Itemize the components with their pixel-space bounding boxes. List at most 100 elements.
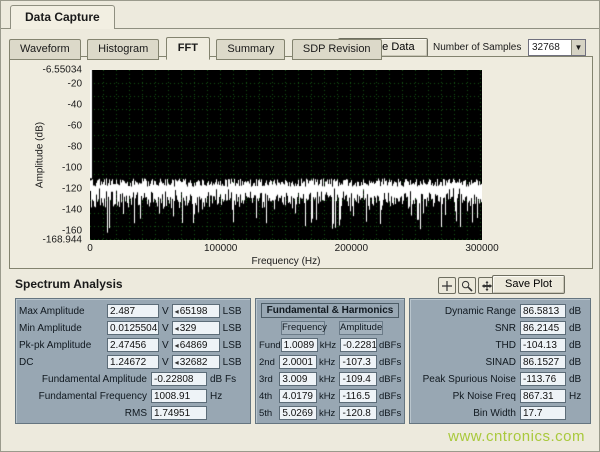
- harmonic-freq[interactable]: 1.0089: [281, 338, 318, 352]
- y-tick: -40: [68, 100, 82, 111]
- harmonic-amp[interactable]: -116.5: [339, 389, 377, 403]
- field-label: RMS: [19, 408, 147, 419]
- min-amplitude-lsb[interactable]: ◂329: [172, 321, 220, 335]
- harmonic-row: 4th 4.0179 kHz -116.5 dBFs: [259, 388, 401, 404]
- harmonic-freq[interactable]: 2.0001: [279, 355, 317, 369]
- harmonic-freq[interactable]: 5.0269: [279, 406, 317, 420]
- y-tick: -140: [62, 204, 82, 215]
- y-tick: -168.944: [43, 235, 82, 246]
- tab-histogram[interactable]: Histogram: [87, 39, 159, 60]
- min-amplitude-value[interactable]: 0.0125504: [107, 321, 159, 335]
- lsb-value: 329: [180, 323, 197, 334]
- metric-row: SINAD 86.1527 dB: [413, 354, 587, 370]
- field-label: Pk-pk Amplitude: [19, 340, 107, 351]
- window-title-tab[interactable]: Data Capture: [10, 5, 115, 29]
- spinner-icon[interactable]: ◂: [175, 341, 179, 350]
- x-tick: 200000: [335, 243, 368, 254]
- frequency-column-header: Frequency: [281, 321, 325, 335]
- y-tick: -120: [62, 183, 82, 194]
- metric-label: SINAD: [413, 357, 516, 368]
- tab-fft[interactable]: FFT: [166, 37, 210, 60]
- fundamental-amplitude-value[interactable]: -0.22808: [151, 372, 207, 386]
- tab-summary[interactable]: Summary: [216, 39, 285, 60]
- sinad-value[interactable]: 86.1527: [520, 355, 566, 369]
- unit-label: Hz: [210, 391, 222, 402]
- harmonic-name: 5th: [259, 408, 279, 419]
- y-tick: -80: [68, 141, 82, 152]
- harmonic-row: Fund 1.0089 kHz -0.2281 dBFs: [259, 337, 401, 353]
- unit-label: V: [162, 306, 169, 317]
- thd-value[interactable]: -104.13: [520, 338, 566, 352]
- metric-label: Bin Width: [413, 408, 516, 419]
- harmonic-freq[interactable]: 4.0179: [279, 389, 317, 403]
- harmonic-name: 3rd: [259, 374, 279, 385]
- field-row: Pk-pk Amplitude 2.47456 V ◂64869 LSB: [19, 337, 247, 353]
- chevron-down-icon[interactable]: ▼: [571, 40, 585, 55]
- field-row: Max Amplitude 2.487 V ◂65198 LSB: [19, 303, 247, 319]
- unit-label: kHz: [319, 391, 338, 402]
- samples-combobox[interactable]: 32768 ▼: [528, 39, 586, 56]
- y-tick: -20: [68, 79, 82, 90]
- harmonic-amp[interactable]: -0.2281: [340, 338, 377, 352]
- unit-label: V: [162, 340, 169, 351]
- fft-canvas[interactable]: [90, 70, 482, 240]
- zoom-icon[interactable]: [458, 277, 476, 294]
- harmonic-row: 3rd 3.009 kHz -109.4 dBFs: [259, 371, 401, 387]
- unit-label: dBFs: [379, 340, 399, 351]
- unit-label: dBFs: [379, 374, 399, 385]
- unit-label: dB Fs: [210, 374, 236, 385]
- metric-label: SNR: [413, 323, 516, 334]
- harmonic-row: 5th 5.0269 kHz -120.8 dBFs: [259, 405, 401, 421]
- unit-label: dBFs: [379, 357, 399, 368]
- unit-label: dB: [569, 340, 587, 351]
- harmonic-name: Fund: [259, 340, 281, 351]
- unit-label: V: [162, 357, 169, 368]
- unit-label: dB: [569, 306, 587, 317]
- x-axis-label: Frequency (Hz): [252, 256, 321, 267]
- unit-label: kHz: [319, 408, 338, 419]
- field-row: Fundamental Frequency 1008.91 Hz: [19, 388, 247, 404]
- harmonic-amp[interactable]: -107.3: [339, 355, 377, 369]
- max-amplitude-lsb[interactable]: ◂65198: [172, 304, 220, 318]
- dc-lsb[interactable]: ◂32682: [172, 355, 220, 369]
- max-amplitude-value[interactable]: 2.487: [107, 304, 159, 318]
- harmonic-name: 4th: [259, 391, 279, 402]
- fundamental-frequency-value[interactable]: 1008.91: [151, 389, 207, 403]
- harmonic-name: 2nd: [259, 357, 279, 368]
- x-tick: 0: [87, 243, 93, 254]
- bin-width-value[interactable]: 17.7: [520, 406, 566, 420]
- tab-sdp-revision[interactable]: SDP Revision: [292, 39, 382, 60]
- pkpk-amplitude-value[interactable]: 2.47456: [107, 338, 159, 352]
- fft-tab-page: Amplitude (dB) -6.55034 -20 -40 -60 -80 …: [9, 56, 593, 269]
- fft-plot-area[interactable]: [90, 70, 482, 240]
- crosshair-icon[interactable]: [438, 277, 456, 294]
- dynamic-range-value[interactable]: 86.5813: [520, 304, 566, 318]
- harmonic-amp[interactable]: -109.4: [339, 372, 377, 386]
- number-of-samples-label: Number of Samples: [433, 42, 521, 53]
- pk-noise-freq-value[interactable]: 867.31: [520, 389, 566, 403]
- unit-label: kHz: [320, 340, 338, 351]
- y-axis-ticks: -6.55034 -20 -40 -60 -80 -100 -120 -140 …: [10, 70, 86, 240]
- unit-label: V: [162, 323, 169, 334]
- metric-row: SNR 86.2145 dB: [413, 320, 587, 336]
- metric-label: Pk Noise Freq: [413, 391, 516, 402]
- snr-value[interactable]: 86.2145: [520, 321, 566, 335]
- dc-value[interactable]: 1.24672: [107, 355, 159, 369]
- harmonic-amp[interactable]: -120.8: [339, 406, 377, 420]
- x-tick: 100000: [204, 243, 237, 254]
- field-row: RMS 1.74951: [19, 405, 247, 421]
- rms-value[interactable]: 1.74951: [151, 406, 207, 420]
- field-row: Fundamental Amplitude -0.22808 dB Fs: [19, 371, 247, 387]
- x-axis-ticks: 0 100000 200000 300000: [90, 243, 482, 255]
- spinner-icon[interactable]: ◂: [175, 324, 179, 333]
- tab-waveform[interactable]: Waveform: [9, 39, 81, 60]
- unit-label: kHz: [319, 357, 338, 368]
- spinner-icon[interactable]: ◂: [175, 307, 179, 316]
- unit-label: dBFs: [379, 408, 399, 419]
- harmonic-freq[interactable]: 3.009: [279, 372, 317, 386]
- save-plot-button[interactable]: Save Plot: [492, 275, 565, 294]
- peak-spurious-noise-value[interactable]: -113.76: [520, 372, 566, 386]
- spinner-icon[interactable]: ◂: [175, 358, 179, 367]
- pkpk-amplitude-lsb[interactable]: ◂64869: [172, 338, 220, 352]
- spacer: [325, 321, 339, 335]
